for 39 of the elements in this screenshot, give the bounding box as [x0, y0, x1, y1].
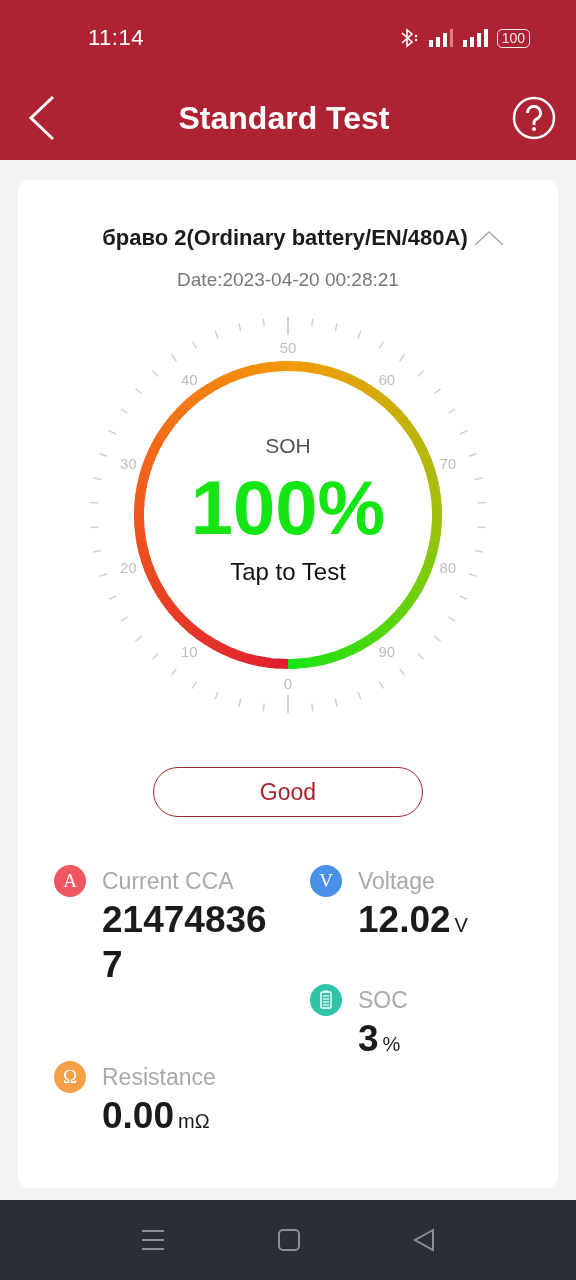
metric-label: Current CCA [102, 867, 235, 896]
metric-badge: V [310, 865, 342, 897]
signal-icon [428, 29, 455, 47]
metric-label: Voltage [358, 867, 436, 896]
metric-value: 7 [102, 943, 124, 987]
metric-value: 12.02 V [358, 898, 469, 942]
battery-title: браво 2(Ordinary battery/EN/480A) [102, 225, 468, 251]
gauge-value: 100% [190, 470, 386, 546]
tap-to-test-button[interactable]: Tap to Test [230, 558, 346, 586]
menu-icon[interactable] [141, 1229, 165, 1251]
back-button[interactable] [28, 95, 56, 141]
scale-label: 10 [180, 642, 198, 660]
scale-label: 50 [279, 339, 297, 356]
page-title: Standard Test [178, 99, 390, 137]
signal-icon [462, 29, 489, 47]
metric-value: 0.00 mΩ [102, 1094, 211, 1138]
metric-label: Resistance [102, 1063, 217, 1092]
gauge-label: SOH [265, 434, 311, 458]
scale-label: 60 [378, 371, 396, 389]
scale-label: 90 [378, 642, 396, 660]
scale-label: 40 [180, 371, 198, 389]
help-button[interactable] [512, 96, 556, 140]
metric-badge: Ω [54, 1061, 86, 1093]
scale-label: 80 [439, 558, 457, 576]
test-date: Date:2023-04-20 00:28:21 [177, 269, 399, 291]
metric-label: SOC [358, 986, 409, 1015]
scale-label: 30 [119, 455, 137, 473]
status-time: 11:14 [88, 25, 144, 51]
scale-label: 0 [283, 675, 293, 692]
metric-badge: A [54, 865, 86, 897]
result-button[interactable]: Good [153, 767, 423, 817]
metric-value: 21474836 [102, 898, 268, 942]
home-icon[interactable] [277, 1228, 301, 1252]
collapse-button[interactable] [473, 229, 504, 247]
back-icon[interactable] [413, 1228, 435, 1252]
scale-label: 20 [119, 558, 137, 576]
scale-label: 70 [439, 455, 457, 473]
metric-value: 3% [358, 1017, 402, 1061]
battery-level: 100 [496, 28, 530, 48]
